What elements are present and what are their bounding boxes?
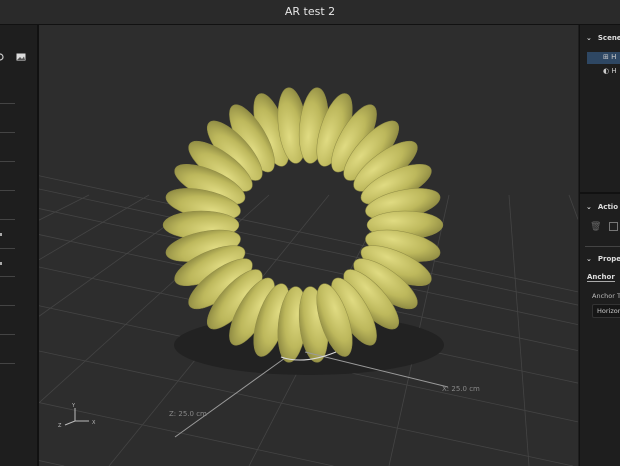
window-title: AR test 2 bbox=[284, 5, 336, 18]
divider bbox=[0, 363, 15, 364]
divider bbox=[580, 192, 620, 194]
scene-title: Scene bbox=[597, 34, 620, 42]
light-icon: ◐ bbox=[603, 67, 610, 75]
tool-icon[interactable] bbox=[0, 233, 2, 236]
grid-line bbox=[39, 194, 90, 221]
divider bbox=[0, 305, 15, 306]
scene-canvas[interactable]: X: 25.0 cm Z: 25.0 cm Y X Z bbox=[39, 25, 578, 466]
3d-viewport[interactable]: X: 25.0 cm Z: 25.0 cm Y X Z bbox=[39, 25, 578, 466]
anchor-type-label: Anchor Ty bbox=[592, 292, 620, 300]
actions-header[interactable]: ⌄ Actio bbox=[586, 203, 618, 211]
axis-x-label: X bbox=[92, 420, 96, 426]
anchor-type-value: Horizont bbox=[597, 307, 620, 315]
properties-header[interactable]: ⌄ Prope bbox=[586, 255, 620, 263]
divider bbox=[0, 276, 15, 277]
grid-line bbox=[39, 194, 150, 261]
image-icon[interactable] bbox=[16, 53, 26, 61]
x-dimension-label: X: 25.0 cm bbox=[442, 385, 480, 393]
scene-item[interactable]: ◐ H bbox=[603, 67, 617, 75]
anchor-type-select[interactable]: Horizont bbox=[592, 304, 620, 318]
right-panel: ⌄ Scene ⊞ H ◐ H ⌄ Actio 🗑 ⌄ Prope Anchor An… bbox=[579, 25, 620, 466]
title-bar: AR test 2 bbox=[0, 0, 620, 25]
divider bbox=[0, 103, 15, 104]
z-dimension-label: Z: 25.0 cm bbox=[169, 410, 207, 418]
grid-line bbox=[508, 194, 530, 466]
scene-item[interactable]: ⊞ H bbox=[603, 53, 616, 61]
rotate-icon[interactable] bbox=[0, 53, 6, 61]
grid-line bbox=[39, 175, 578, 293]
trash-icon[interactable]: 🗑 bbox=[590, 222, 601, 232]
divider bbox=[585, 246, 620, 247]
chevron-down-icon: ⌄ bbox=[586, 203, 592, 211]
scene-item-label: H bbox=[611, 67, 617, 75]
divider bbox=[0, 248, 15, 249]
scene-item-label: H bbox=[611, 53, 617, 61]
actions-title: Actio bbox=[597, 203, 618, 211]
grid-line bbox=[39, 460, 65, 466]
chevron-down-icon: ⌄ bbox=[586, 255, 592, 263]
properties-title: Prope bbox=[597, 255, 620, 263]
axis-z-label: Z bbox=[58, 423, 62, 429]
anchor-icon: ⊞ bbox=[603, 53, 609, 61]
divider bbox=[0, 161, 15, 162]
divider bbox=[0, 334, 15, 335]
left-toolbar bbox=[0, 25, 39, 466]
duplicate-icon[interactable] bbox=[609, 222, 618, 231]
torus-model[interactable] bbox=[162, 86, 444, 363]
tool-icon[interactable] bbox=[0, 262, 2, 265]
chevron-down-icon: ⌄ bbox=[586, 34, 592, 42]
scene-header[interactable]: ⌄ Scene bbox=[586, 34, 620, 42]
divider bbox=[0, 132, 15, 133]
scene-section: ⌄ Scene ⊞ H ◐ H bbox=[580, 25, 620, 193]
tab-anchor[interactable]: Anchor bbox=[587, 273, 615, 282]
divider bbox=[0, 219, 15, 220]
grid-line bbox=[568, 194, 578, 220]
divider bbox=[0, 190, 15, 191]
